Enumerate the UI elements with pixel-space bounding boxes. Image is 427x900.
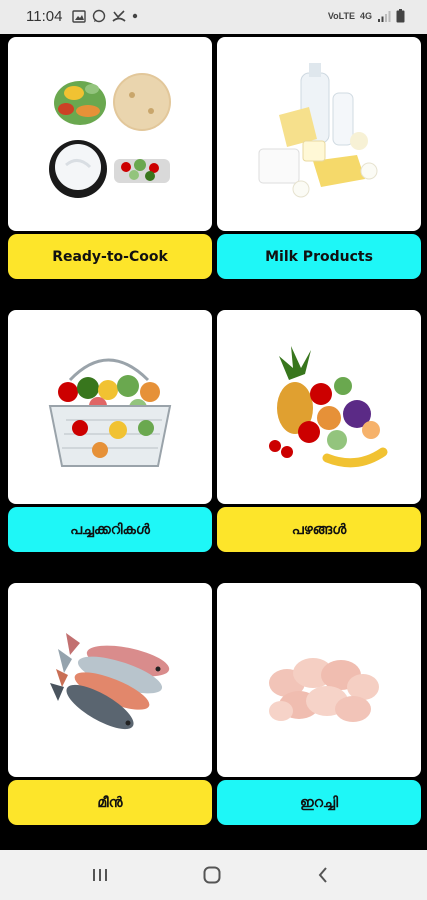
- home-icon[interactable]: [192, 862, 232, 888]
- recent-apps-icon[interactable]: [80, 862, 120, 888]
- missed-call-icon: [112, 9, 126, 23]
- battery-icon: [396, 9, 405, 23]
- category-button-milk-products[interactable]: Milk Products: [217, 234, 421, 279]
- status-time: 11:04: [26, 8, 63, 25]
- category-card-ready-to-cook[interactable]: [8, 37, 212, 231]
- category-button-fruits[interactable]: പഴങ്ങൾ: [217, 507, 421, 552]
- category-button-ready-to-cook[interactable]: Ready-to-Cook: [8, 234, 212, 279]
- status-bar: 11:04 VoLTE 4G: [0, 0, 427, 34]
- category-button-fish[interactable]: മീൻ: [8, 780, 212, 825]
- notification-dot-icon: [132, 13, 138, 19]
- vegetable-basket-image: [48, 358, 172, 467]
- signal-icon: [377, 10, 391, 23]
- category-grid: Ready-to-Cook Milk Products പച്ചക്കറികൾ …: [0, 34, 427, 850]
- category-card-meat[interactable]: [217, 583, 421, 777]
- fruits-image: [269, 346, 388, 468]
- category-button-vegetables[interactable]: പച്ചക്കറികൾ: [8, 507, 212, 552]
- category-card-milk-products[interactable]: [217, 37, 421, 231]
- navigation-bar: [0, 850, 427, 900]
- category-button-meat[interactable]: ഇറച്ചി: [217, 780, 421, 825]
- 4g-icon: 4G: [359, 11, 372, 21]
- chicken-meat-image: [269, 658, 379, 722]
- fish-image: [50, 633, 170, 730]
- back-icon[interactable]: [303, 862, 343, 888]
- gallery-icon: [72, 9, 86, 23]
- volte-icon: VoLTE: [327, 11, 355, 21]
- whatsapp-icon: [92, 9, 106, 23]
- milk-products-image: [258, 63, 378, 198]
- category-card-fruits[interactable]: [217, 310, 421, 504]
- category-card-fish[interactable]: [8, 583, 212, 777]
- category-card-vegetables[interactable]: [8, 310, 212, 504]
- ready-to-cook-image: [49, 73, 171, 198]
